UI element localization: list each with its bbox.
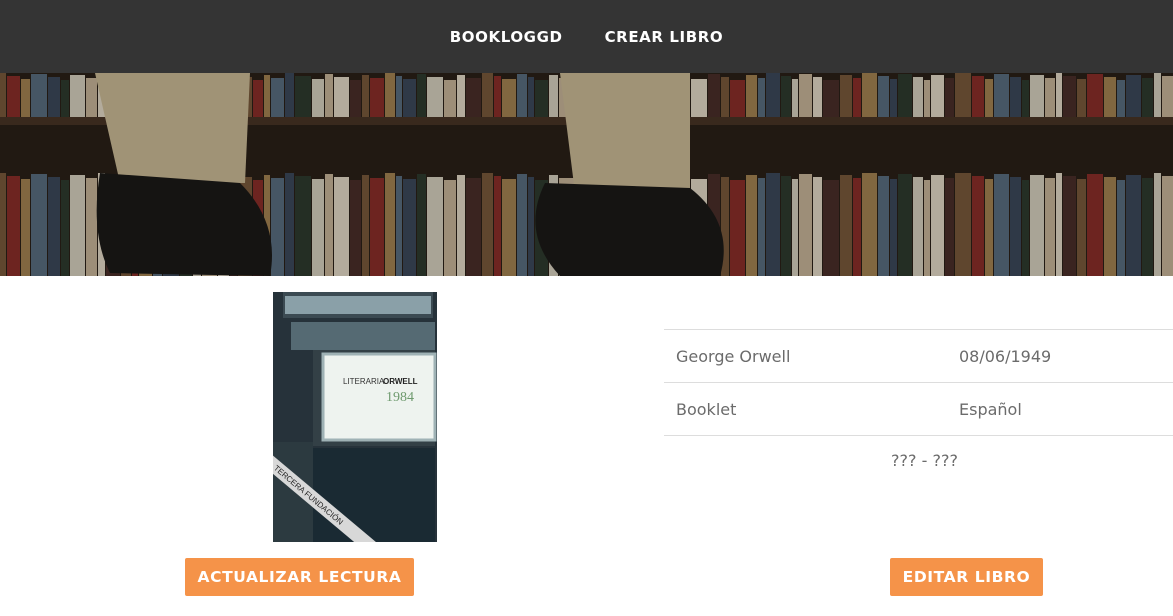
cover-author-text: ORWELL <box>383 377 418 386</box>
edit-book-button[interactable]: EDITAR LIBRO <box>890 558 1043 596</box>
table-row: Booklet Español <box>664 382 1173 436</box>
date-cell: 08/06/1949 <box>947 329 1173 383</box>
cover-publisher-text: LITERARIA <box>343 377 385 386</box>
nav-link-crear-libro[interactable]: CREAR LIBRO <box>605 28 724 46</box>
cover-title-text: 1984 <box>386 390 414 405</box>
nav-link-bookloggd[interactable]: BOOKLOGGD <box>450 28 563 46</box>
table-row: ??? - ??? <box>664 436 1173 486</box>
top-navbar: BOOKLOGGD CREAR LIBRO <box>0 0 1173 73</box>
book-details-table: George Orwell 08/06/1949 Booklet Español… <box>664 329 1173 486</box>
language-cell: Español <box>947 382 1173 436</box>
author-cell: George Orwell <box>664 329 947 383</box>
book-cover-image: LITERARIA ORWELL 1984 TERCERA FUNDACIÓN <box>273 292 437 542</box>
update-reading-button[interactable]: ACTUALIZAR LECTURA <box>185 558 414 596</box>
format-cell: Booklet <box>664 382 947 436</box>
hero-banner-image <box>0 73 1173 276</box>
reading-range-cell: ??? - ??? <box>891 451 958 471</box>
table-row: George Orwell 08/06/1949 <box>664 329 1173 383</box>
